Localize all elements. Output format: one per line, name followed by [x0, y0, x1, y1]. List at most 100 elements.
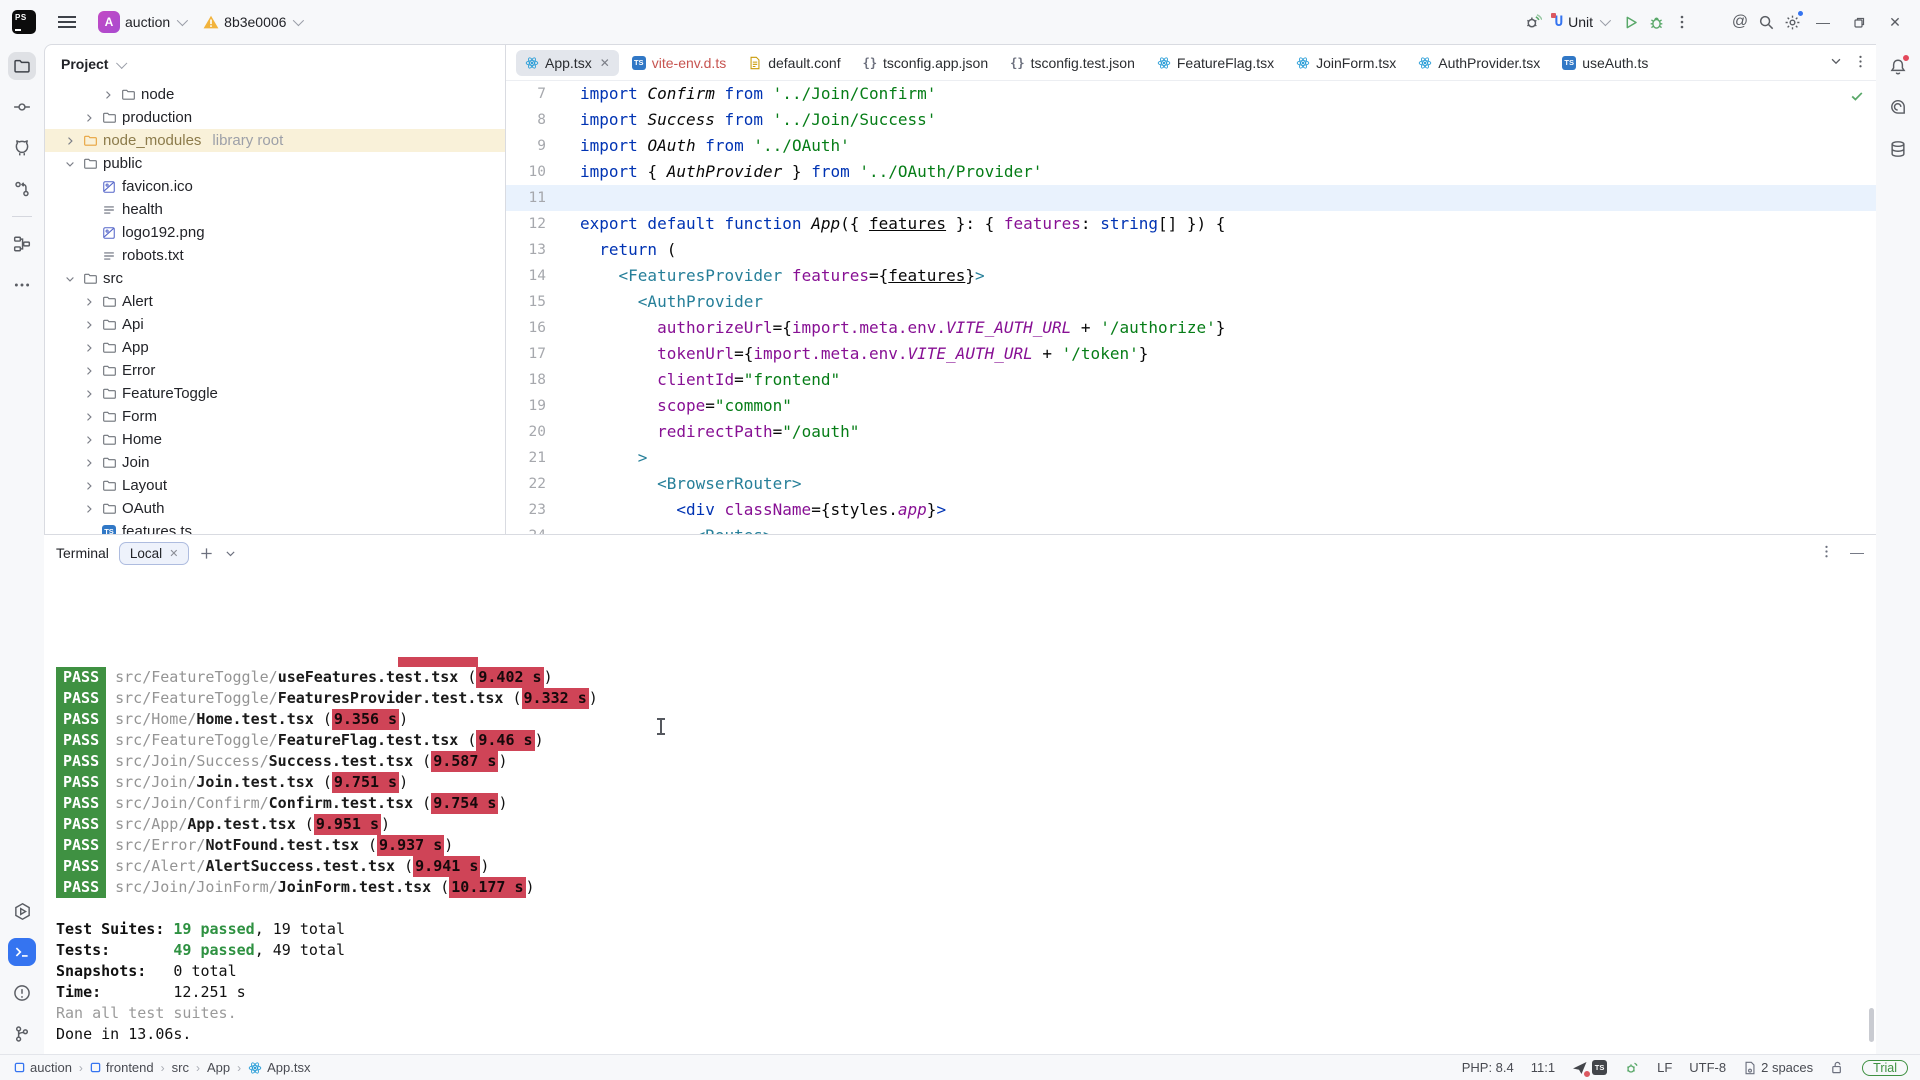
- tree-item-join[interactable]: Join: [45, 451, 505, 474]
- tabs-dropdown-icon[interactable]: [1829, 54, 1843, 71]
- project-tool-icon[interactable]: [8, 52, 36, 80]
- maximize-button[interactable]: [1844, 8, 1874, 36]
- tree-item-production[interactable]: production: [45, 106, 505, 129]
- editor-tab-joinform-tsx[interactable]: JoinForm.tsx: [1287, 50, 1405, 76]
- code-editor[interactable]: 7import Confirm from '../Join/Confirm'8i…: [506, 81, 1876, 534]
- chevron-right-icon[interactable]: [82, 295, 96, 309]
- tree-item-layout[interactable]: Layout: [45, 474, 505, 497]
- editor-tab-authprovider-tsx[interactable]: AuthProvider.tsx: [1409, 50, 1549, 76]
- close-button[interactable]: ✕: [1880, 8, 1910, 36]
- terminal-options-icon[interactable]: [1819, 544, 1834, 562]
- main-menu-icon[interactable]: [58, 16, 76, 28]
- hide-terminal-icon[interactable]: —: [1850, 544, 1864, 562]
- terminal-dropdown-icon[interactable]: [224, 547, 237, 560]
- chevron-down-icon[interactable]: [63, 157, 77, 171]
- line-number[interactable]: 21: [506, 445, 580, 471]
- breadcrumb-item-auction[interactable]: auction: [14, 1060, 72, 1075]
- minimize-button[interactable]: —: [1808, 8, 1838, 36]
- tree-item-features-ts[interactable]: TSfeatures.ts: [45, 520, 505, 534]
- line-number[interactable]: 14: [506, 263, 580, 289]
- line-number[interactable]: 16: [506, 315, 580, 341]
- tree-item-alert[interactable]: Alert: [45, 290, 505, 313]
- chevron-right-icon[interactable]: [82, 479, 96, 493]
- more-actions-icon[interactable]: [1672, 12, 1692, 32]
- problems-tool-icon[interactable]: [8, 979, 36, 1007]
- line-number[interactable]: 9: [506, 133, 580, 159]
- inspections-ok-icon[interactable]: [1850, 89, 1864, 103]
- editor-tab-app-tsx[interactable]: App.tsx✕: [516, 50, 619, 76]
- tree-item-app[interactable]: App: [45, 336, 505, 359]
- lock-icon[interactable]: [1830, 1060, 1845, 1075]
- debug-button[interactable]: [1646, 12, 1666, 32]
- editor-tab-tsconfig-test-json[interactable]: {}tsconfig.test.json: [1001, 50, 1144, 76]
- trial-badge[interactable]: Trial: [1862, 1060, 1908, 1076]
- line-number[interactable]: 7: [506, 81, 580, 107]
- close-icon[interactable]: ✕: [169, 547, 178, 560]
- chevron-right-icon[interactable]: [82, 433, 96, 447]
- vcs-widget[interactable]: 8b3e0006: [197, 10, 307, 34]
- chevron-right-icon[interactable]: [101, 88, 115, 102]
- database-tool-icon[interactable]: [1885, 136, 1911, 162]
- chevron-right-icon[interactable]: [82, 502, 96, 516]
- breadcrumb-item-app-tsx[interactable]: App.tsx: [248, 1060, 310, 1075]
- tree-item-robots-txt[interactable]: robots.txt: [45, 244, 505, 267]
- run-tool-icon[interactable]: [8, 897, 36, 925]
- commit-tool-icon[interactable]: [8, 93, 36, 121]
- tree-item-node[interactable]: node: [45, 83, 505, 106]
- ai-assistant-tool-icon[interactable]: [1885, 95, 1911, 121]
- breadcrumb-item-app[interactable]: App: [207, 1060, 230, 1075]
- settings-gear-icon[interactable]: [1782, 12, 1802, 32]
- editor-tab-tsconfig-app-json[interactable]: {}tsconfig.app.json: [854, 50, 998, 76]
- line-number[interactable]: 18: [506, 367, 580, 393]
- tree-item-node-modules[interactable]: node_moduleslibrary root: [45, 129, 505, 152]
- chevron-right-icon[interactable]: [82, 456, 96, 470]
- search-everywhere-icon[interactable]: [1756, 12, 1776, 32]
- tree-item-form[interactable]: Form: [45, 405, 505, 428]
- php-version[interactable]: PHP: 8.4: [1462, 1060, 1514, 1075]
- chevron-right-icon[interactable]: [63, 134, 77, 148]
- line-number[interactable]: 11: [506, 185, 580, 211]
- line-number[interactable]: 24: [506, 523, 580, 534]
- editor-tab-vite-env-d-ts[interactable]: TSvite-env.d.ts: [623, 50, 735, 76]
- line-number[interactable]: 23: [506, 497, 580, 523]
- tree-item-home[interactable]: Home: [45, 428, 505, 451]
- more-tools-icon[interactable]: [8, 271, 36, 299]
- structure-tool-icon[interactable]: [8, 230, 36, 258]
- line-number[interactable]: 15: [506, 289, 580, 315]
- tree-item-favicon-ico[interactable]: favicon.ico: [45, 175, 505, 198]
- tree-item-error[interactable]: Error: [45, 359, 505, 382]
- git-branch-icon[interactable]: [8, 1020, 36, 1048]
- run-button[interactable]: [1620, 12, 1640, 32]
- terminal-tool-icon[interactable]: [8, 938, 36, 966]
- chevron-right-icon[interactable]: [82, 364, 96, 378]
- line-separator[interactable]: LF: [1657, 1060, 1672, 1075]
- line-number[interactable]: 20: [506, 419, 580, 445]
- profiler-icon[interactable]: [1523, 12, 1543, 32]
- terminal-tab-local[interactable]: Local ✕: [119, 542, 190, 565]
- chevron-right-icon[interactable]: [82, 318, 96, 332]
- caret-position[interactable]: 11:1: [1531, 1060, 1555, 1075]
- ai-assistant-icon[interactable]: @: [1730, 12, 1750, 32]
- tree-item-featuretoggle[interactable]: FeatureToggle: [45, 382, 505, 405]
- terminal-output[interactable]: PASSsrc/FeatureToggle/useFeatures.test.t…: [44, 571, 1876, 1054]
- line-number[interactable]: 12: [506, 211, 580, 237]
- breadcrumb-item-frontend[interactable]: frontend: [90, 1060, 154, 1075]
- breadcrumb-item-src[interactable]: src: [172, 1060, 189, 1075]
- run-configuration-selector[interactable]: U Unit: [1549, 10, 1614, 34]
- typescript-service-status[interactable]: TS: [1572, 1060, 1607, 1075]
- new-terminal-icon[interactable]: [199, 546, 214, 561]
- tree-item-health[interactable]: health: [45, 198, 505, 221]
- line-number[interactable]: 13: [506, 237, 580, 263]
- terminal-scrollbar[interactable]: [1869, 1008, 1874, 1042]
- vcs-graph-icon[interactable]: [8, 175, 36, 203]
- chevron-right-icon[interactable]: [82, 387, 96, 401]
- line-number[interactable]: 10: [506, 159, 580, 185]
- file-encoding[interactable]: UTF-8: [1689, 1060, 1726, 1075]
- chevron-right-icon[interactable]: [82, 111, 96, 125]
- chevron-down-icon[interactable]: [63, 272, 77, 286]
- tree-item-api[interactable]: Api: [45, 313, 505, 336]
- editor-tab-featureflag-tsx[interactable]: FeatureFlag.tsx: [1148, 50, 1283, 76]
- indent-config[interactable]: 2 spaces: [1743, 1060, 1813, 1075]
- close-tab-icon[interactable]: ✕: [600, 56, 610, 70]
- tree-item-logo192-png[interactable]: logo192.png: [45, 221, 505, 244]
